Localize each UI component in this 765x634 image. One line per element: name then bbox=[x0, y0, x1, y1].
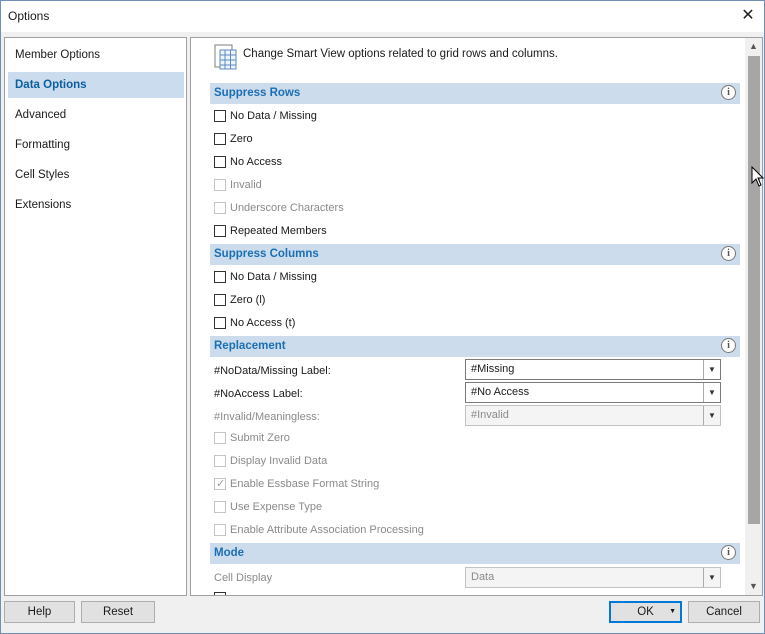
invalid-label-caption: #Invalid/Meaningless: bbox=[214, 411, 320, 423]
close-icon[interactable]: ✕ bbox=[738, 6, 758, 26]
invalid-label-combo[interactable]: #Invalid ▼ bbox=[465, 405, 721, 426]
vertical-scrollbar[interactable]: ▲ ▼ bbox=[745, 38, 762, 595]
combo-value: #Missing bbox=[471, 363, 515, 375]
help-button[interactable]: Help bbox=[4, 601, 75, 623]
ok-button-label: OK bbox=[637, 606, 654, 618]
chevron-down-icon[interactable]: ▼ bbox=[703, 568, 720, 587]
reset-button[interactable]: Reset bbox=[81, 601, 155, 623]
chevron-down-icon[interactable]: ▼ bbox=[703, 383, 720, 402]
noaccess-label-caption: #NoAccess Label: bbox=[214, 388, 303, 400]
section-suppress-rows: Suppress Rows i bbox=[210, 83, 740, 104]
scroll-thumb[interactable] bbox=[748, 56, 760, 524]
info-icon[interactable]: i bbox=[721, 85, 736, 100]
nav-item-advanced[interactable]: Advanced bbox=[8, 102, 184, 128]
nav-item-cell-styles[interactable]: Cell Styles bbox=[8, 162, 184, 188]
combo-value: Data bbox=[471, 571, 495, 583]
options-nav: Member Options Data Options Advanced For… bbox=[4, 37, 187, 596]
cancel-button[interactable]: Cancel bbox=[688, 601, 760, 623]
section-title: Suppress Rows bbox=[214, 87, 301, 99]
scroll-up-icon[interactable]: ▲ bbox=[745, 38, 762, 55]
panel-description: Change Smart View options related to gri… bbox=[243, 48, 558, 60]
section-mode: Mode i bbox=[210, 543, 740, 564]
dialog-title: Options bbox=[8, 9, 50, 23]
section-title: Replacement bbox=[214, 340, 286, 352]
noaccess-label-combo[interactable]: #No Access ▼ bbox=[465, 382, 721, 403]
data-options-panel: Change Smart View options related to gri… bbox=[190, 37, 763, 596]
nav-item-formatting[interactable]: Formatting bbox=[8, 132, 184, 158]
nav-item-data-options[interactable]: Data Options bbox=[8, 72, 184, 98]
combo-value: #Invalid bbox=[471, 409, 509, 421]
section-replacement: Replacement i bbox=[210, 336, 740, 357]
scroll-down-icon[interactable]: ▼ bbox=[745, 578, 762, 595]
ok-button[interactable]: OK ▼ bbox=[609, 601, 682, 623]
nav-item-member-options[interactable]: Member Options bbox=[8, 42, 184, 68]
mouse-cursor-icon bbox=[751, 166, 765, 187]
info-icon[interactable]: i bbox=[721, 545, 736, 560]
cell-display-caption: Cell Display bbox=[214, 572, 273, 584]
grid-options-icon bbox=[214, 44, 237, 70]
combo-value: #No Access bbox=[471, 386, 530, 398]
ok-dropdown-icon[interactable]: ▼ bbox=[669, 603, 676, 621]
info-icon[interactable]: i bbox=[721, 338, 736, 353]
section-suppress-columns: Suppress Columns i bbox=[210, 244, 740, 265]
section-title: Mode bbox=[214, 547, 245, 559]
chevron-down-icon[interactable]: ▼ bbox=[703, 406, 720, 425]
title-bar: Options ✕ bbox=[1, 1, 764, 32]
options-dialog: Options ✕ Member Options Data Options Ad… bbox=[0, 0, 765, 634]
chevron-down-icon[interactable]: ▼ bbox=[703, 360, 720, 379]
nodata-label-combo[interactable]: #Missing ▼ bbox=[465, 359, 721, 380]
nav-item-extensions[interactable]: Extensions bbox=[8, 192, 184, 218]
check-icon: ✓ bbox=[216, 478, 226, 490]
cell-display-combo[interactable]: Data ▼ bbox=[465, 567, 721, 588]
nodata-label-caption: #NoData/Missing Label: bbox=[214, 365, 331, 377]
info-icon[interactable]: i bbox=[721, 246, 736, 261]
section-title: Suppress Columns bbox=[214, 248, 319, 260]
